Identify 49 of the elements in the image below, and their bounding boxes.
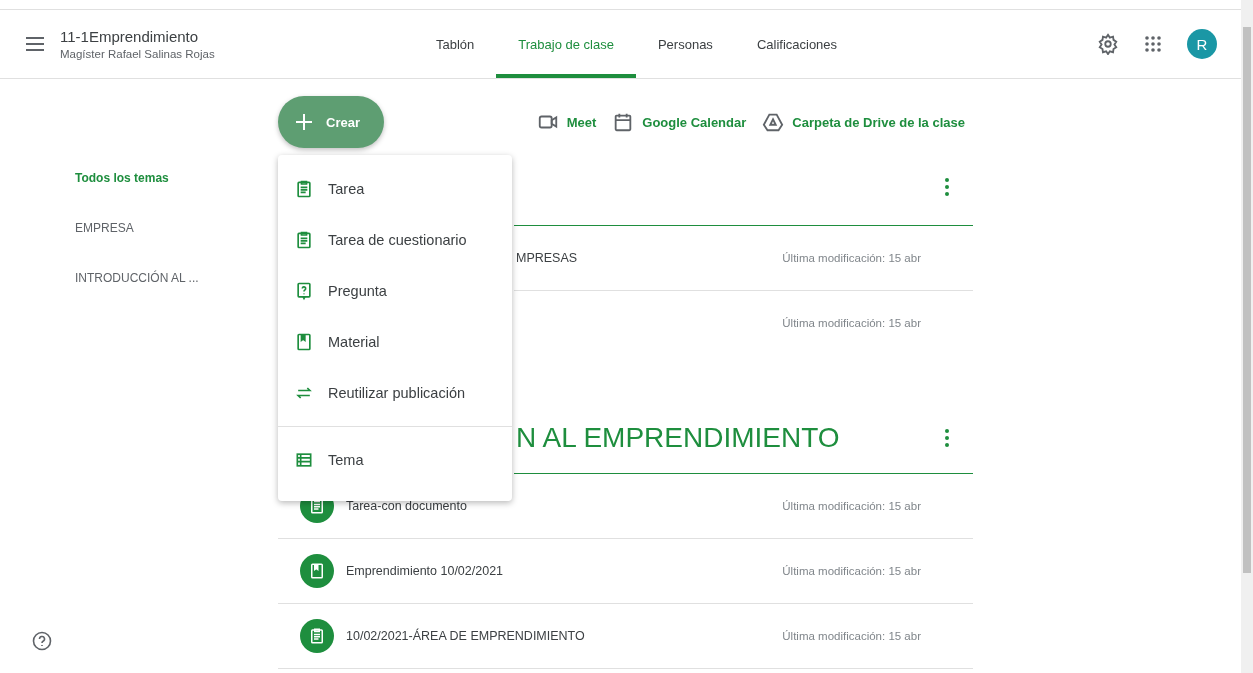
modified-date: Última modificación: 15 abr bbox=[782, 317, 921, 329]
classwork-item[interactable]: Tarea-con documento Última modificación: 15 abr bbox=[278, 474, 973, 539]
topic-link[interactable]: INTRODUCCIÓN AL ... bbox=[75, 271, 278, 285]
topic-link[interactable]: Todos los temas bbox=[75, 171, 278, 185]
menu-item[interactable]: Tarea de cuestionario bbox=[278, 214, 512, 265]
item-title: MPRESAS bbox=[516, 251, 578, 265]
modified-date: Última modificación: 15 abr bbox=[782, 252, 921, 264]
bookmark-icon bbox=[308, 562, 326, 580]
item-title: Emprendimiento 10/02/2021 bbox=[346, 564, 504, 578]
menu-item[interactable]: Tarea bbox=[278, 163, 512, 214]
nav-tab[interactable]: Calificaciones bbox=[734, 10, 860, 78]
teacher-name: Magíster Rafael Salinas Rojas bbox=[60, 48, 216, 60]
bookmark-icon bbox=[294, 331, 314, 352]
topic-link[interactable]: EMPRESA bbox=[75, 221, 278, 235]
more-options-icon[interactable] bbox=[945, 177, 949, 196]
list-icon bbox=[294, 450, 314, 470]
toolbar-link[interactable]: Google Calendar bbox=[612, 111, 747, 133]
menu-item[interactable]: Tema bbox=[278, 426, 512, 493]
classwork-item[interactable]: 10/02/2021-ÁREA DE EMPRENDIMIENTO Última modificación: 15 abr bbox=[278, 604, 973, 669]
menu-item[interactable]: Reutilizar publicación bbox=[278, 367, 512, 418]
item-title: Tarea-con documento bbox=[346, 499, 467, 513]
item-title: 10/02/2021-ÁREA DE EMPRENDIMIENTO bbox=[346, 629, 585, 643]
classwork-item[interactable]: Última modificación: 15 abr bbox=[514, 291, 973, 355]
modified-date: Última modificación: 15 abr bbox=[782, 630, 921, 642]
menu-item[interactable]: Material bbox=[278, 316, 512, 367]
clipboard-icon bbox=[294, 178, 314, 199]
question-icon bbox=[294, 280, 314, 301]
menu-item[interactable]: Pregunta bbox=[278, 265, 512, 316]
modified-date: Última modificación: 15 abr bbox=[782, 500, 921, 512]
clipboard-icon bbox=[308, 627, 326, 645]
menu-icon[interactable] bbox=[26, 37, 44, 51]
more-options-icon[interactable] bbox=[945, 429, 949, 447]
classwork-item[interactable]: Emprendimiento 10/02/2021 Última modificación: 15 abr bbox=[278, 539, 973, 604]
triangle-icon bbox=[762, 111, 785, 133]
modified-date: Última modificación: 15 abr bbox=[782, 565, 921, 577]
class-name[interactable]: 11-1Emprendimiento bbox=[60, 28, 350, 45]
clipboard-icon bbox=[294, 229, 314, 250]
help-icon[interactable] bbox=[32, 631, 52, 651]
nav-tab[interactable]: Trabajo de clase bbox=[496, 10, 636, 78]
toolbar-link[interactable]: Meet bbox=[536, 111, 597, 133]
settings-icon[interactable] bbox=[1097, 33, 1119, 55]
nav-tab[interactable]: Tablón bbox=[414, 10, 497, 78]
classwork-item[interactable]: MPRESAS Última modificación: 15 abr bbox=[514, 226, 973, 291]
apps-grid-icon[interactable] bbox=[1145, 36, 1161, 52]
plus-icon bbox=[296, 114, 312, 130]
scrollbar[interactable] bbox=[1241, 0, 1253, 673]
nav-tab[interactable]: Personas bbox=[635, 10, 735, 78]
toolbar-link[interactable]: Carpeta de Drive de la clase bbox=[762, 111, 965, 133]
section-title: N AL EMPRENDIMIENTO bbox=[516, 422, 840, 454]
